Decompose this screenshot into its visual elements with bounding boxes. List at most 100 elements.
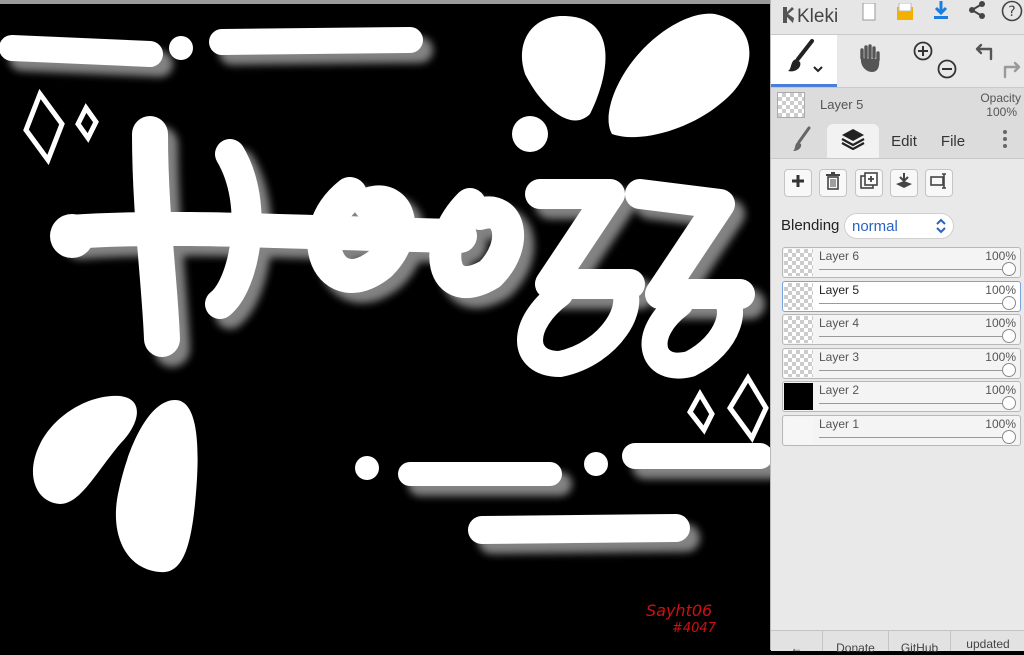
tab-more[interactable] — [991, 124, 1019, 158]
layer-opacity: 100% — [985, 316, 1016, 330]
layer-opacity-knob[interactable] — [1002, 329, 1016, 343]
duplicate-layer-button[interactable] — [855, 169, 883, 197]
layer-opacity-knob[interactable] — [1002, 363, 1016, 377]
layer-opacity-knob[interactable] — [1002, 262, 1016, 276]
blending-label: Blending — [781, 217, 840, 234]
back-button[interactable]: ← — [771, 631, 823, 655]
layer-opacity-slider[interactable] — [819, 303, 1010, 304]
layer-thumbnail — [784, 316, 813, 343]
tab-brush[interactable] — [779, 124, 825, 158]
current-layer-name: Layer 5 — [820, 97, 864, 112]
updated-link[interactable]: updated — [951, 631, 1024, 651]
tab-edit[interactable]: Edit — [881, 124, 927, 158]
layer-thumbnail — [784, 417, 813, 444]
layer-name: Layer 4 — [819, 316, 860, 330]
rename-layer-icon — [930, 172, 948, 195]
github-link[interactable]: GitHub — [889, 631, 951, 655]
undo-redo-group — [969, 35, 1024, 87]
opacity-label: Opacity — [980, 91, 1021, 105]
updated-label: updated — [966, 637, 1010, 651]
hand-tool-button[interactable] — [837, 35, 903, 87]
layers-panel: Blending normal Layer 6 100% Layer 5 100… — [771, 159, 1024, 630]
blending-value: normal — [852, 218, 898, 235]
layer-opacity-slider[interactable] — [819, 403, 1010, 404]
brush-tab-icon — [791, 126, 813, 156]
layer-opacity: 100% — [985, 249, 1016, 263]
app-name: Kleki — [797, 6, 839, 27]
layer-opacity-slider[interactable] — [819, 336, 1010, 337]
github-label: GitHub — [900, 641, 939, 655]
new-document-icon[interactable] — [861, 2, 877, 25]
more-vertical-icon — [1002, 129, 1008, 153]
svg-text:?: ? — [1008, 4, 1015, 20]
layer-thumbnail — [784, 249, 813, 276]
side-panel: Kleki ? Layer 5 Opacity 100% Edit File B… — [770, 0, 1024, 655]
undo-icon[interactable] — [975, 41, 997, 66]
opacity-value[interactable]: 100% — [986, 105, 1017, 119]
current-layer-thumbnail — [777, 92, 805, 118]
download-icon[interactable] — [931, 0, 951, 22]
share-icon[interactable] — [967, 0, 987, 22]
layer-name: Layer 5 — [819, 283, 860, 297]
layers-icon — [841, 128, 865, 154]
layer-name: Layer 3 — [819, 350, 860, 364]
layer-row-2[interactable]: Layer 2 100% — [782, 381, 1021, 412]
panel-header: Kleki ? — [771, 0, 1024, 35]
signature-line1: Sayht06 — [646, 601, 712, 620]
layer-opacity-knob[interactable] — [1002, 396, 1016, 410]
donate-label: Donate — [836, 641, 875, 655]
help-icon[interactable]: ? — [1001, 0, 1023, 22]
blending-select[interactable]: normal — [844, 213, 954, 239]
zoom-tool-group — [903, 35, 969, 87]
merge-down-button[interactable] — [890, 169, 918, 197]
hand-icon — [856, 43, 884, 79]
select-arrows-icon — [935, 217, 947, 240]
drawing-canvas[interactable]: Sayht06 #4047 — [0, 4, 770, 650]
add-layer-icon — [791, 174, 805, 193]
rename-layer-button[interactable] — [925, 169, 953, 197]
panel-tabs: Edit File — [771, 124, 1024, 159]
kleki-logo-icon — [781, 6, 795, 29]
delete-layer-icon — [825, 171, 841, 195]
layer-row-1[interactable]: Layer 1 100% — [782, 415, 1021, 446]
add-layer-button[interactable] — [784, 169, 812, 197]
brush-tool-button[interactable] — [771, 35, 837, 87]
zoom-in-icon[interactable] — [913, 41, 933, 66]
delete-layer-button[interactable] — [819, 169, 847, 197]
layer-opacity: 100% — [985, 383, 1016, 397]
layer-row-3[interactable]: Layer 3 100% — [782, 348, 1021, 379]
open-folder-icon[interactable] — [895, 2, 915, 25]
layer-opacity: 100% — [985, 417, 1016, 431]
layer-opacity: 100% — [985, 283, 1016, 297]
layer-thumbnail — [784, 350, 813, 377]
layer-row-5[interactable]: Layer 5 100% — [782, 281, 1021, 312]
current-layer-info: Layer 5 Opacity 100% — [771, 88, 1024, 122]
canvas-artwork: Sayht06 #4047 — [0, 13, 770, 636]
app-logo[interactable]: Kleki — [781, 6, 838, 28]
tool-row — [771, 35, 1024, 88]
duplicate-layer-icon — [860, 171, 878, 195]
tab-file[interactable]: File — [931, 124, 975, 158]
layer-row-4[interactable]: Layer 4 100% — [782, 314, 1021, 345]
layer-opacity: 100% — [985, 350, 1016, 364]
signature-line2: #4047 — [672, 621, 717, 636]
layer-opacity-knob[interactable] — [1002, 430, 1016, 444]
layer-thumbnail — [784, 283, 813, 310]
layer-opacity-slider[interactable] — [819, 269, 1010, 270]
brush-icon — [784, 37, 824, 82]
layer-opacity-knob[interactable] — [1002, 296, 1016, 310]
tab-layers[interactable] — [827, 124, 879, 158]
layer-thumbnail — [784, 383, 813, 410]
zoom-out-icon[interactable] — [937, 59, 957, 84]
redo-icon[interactable] — [999, 59, 1021, 84]
layer-opacity-slider[interactable] — [819, 370, 1010, 371]
layer-opacity-slider[interactable] — [819, 437, 1010, 438]
back-arrow-icon: ← — [790, 641, 803, 655]
layer-name: Layer 2 — [819, 383, 860, 397]
layer-name: Layer 1 — [819, 417, 860, 431]
layer-name: Layer 6 — [819, 249, 860, 263]
panel-footer: ← Donate GitHub updated — [771, 630, 1024, 655]
layer-row-6[interactable]: Layer 6 100% — [782, 247, 1021, 278]
donate-link[interactable]: Donate — [823, 631, 889, 655]
merge-down-icon — [895, 172, 913, 195]
